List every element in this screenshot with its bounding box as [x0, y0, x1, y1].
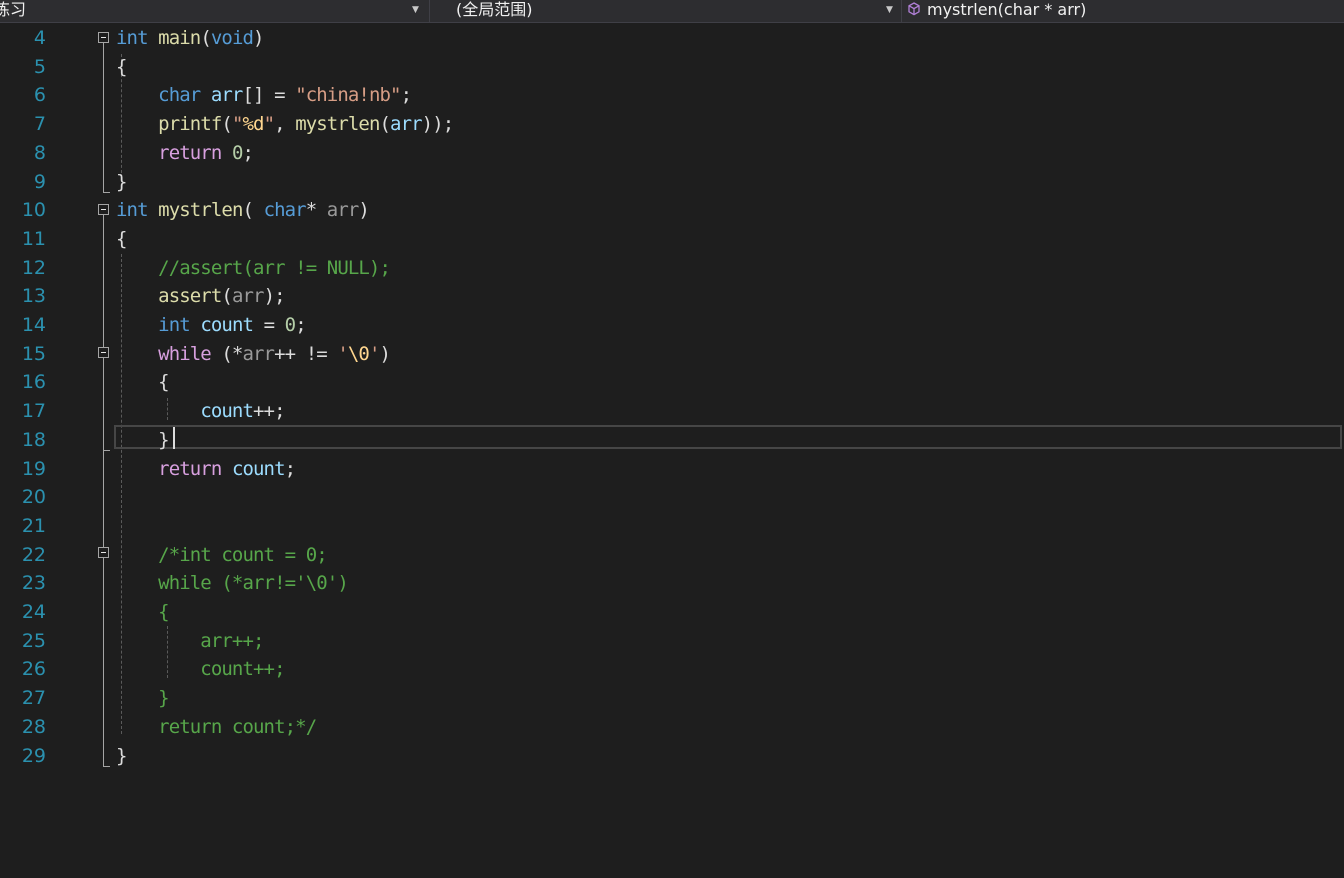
code-line[interactable]: } — [116, 687, 169, 709]
code-line[interactable]: printf("%d", mystrlen(arr)); — [116, 113, 454, 135]
line-number: 16 — [21, 371, 46, 393]
line-number: 20 — [21, 486, 46, 508]
chevron-down-icon: ▼ — [412, 5, 419, 15]
line-number: 9 — [33, 171, 46, 193]
line-number: 10 — [21, 199, 46, 221]
code-line[interactable]: { — [116, 228, 127, 250]
line-number: 18 — [21, 429, 46, 451]
line-number: 28 — [21, 716, 46, 738]
code-line[interactable]: //assert(arr != NULL); — [116, 257, 391, 279]
current-line-highlight — [114, 425, 1342, 449]
text-caret — [173, 427, 175, 449]
line-number: 12 — [21, 257, 46, 279]
line-number: 29 — [21, 745, 46, 767]
fold-end — [103, 766, 110, 767]
scope-dropdown-value: (全局范围) — [456, 0, 533, 19]
line-number: 25 — [21, 630, 46, 652]
member-dropdown[interactable]: mystrlen(char * arr) — [903, 0, 1344, 22]
code-line[interactable]: while (*arr!='\0') — [116, 572, 349, 594]
code-line[interactable]: return 0; — [116, 142, 254, 164]
code-line[interactable]: char arr[] = "china!nb"; — [116, 84, 412, 106]
cube-icon — [908, 2, 920, 16]
line-number: 24 — [21, 601, 46, 623]
code-line[interactable]: while (*arr++ != '\0') — [116, 343, 391, 365]
project-dropdown[interactable]: 练习 ▼ — [0, 0, 428, 22]
collapse-icon[interactable] — [98, 32, 109, 43]
code-line[interactable]: { — [116, 56, 127, 78]
scope-dropdown[interactable]: (全局范围) ▼ — [431, 0, 901, 22]
code-line[interactable]: int main(void) — [116, 27, 264, 49]
line-number: 14 — [21, 314, 46, 336]
code-line[interactable]: assert(arr); — [116, 285, 285, 307]
code-line[interactable]: } — [116, 745, 127, 767]
code-line[interactable]: int mystrlen( char* arr) — [116, 199, 370, 221]
fold-line — [103, 215, 104, 766]
line-number: 27 — [21, 687, 46, 709]
divider — [429, 0, 430, 22]
code-line[interactable]: return count;*/ — [116, 716, 317, 738]
line-number: 15 — [21, 343, 46, 365]
code-line[interactable]: } — [116, 429, 169, 451]
fold-end — [103, 192, 110, 193]
line-number: 4 — [33, 27, 46, 49]
line-number: 23 — [21, 572, 46, 594]
line-number: 21 — [21, 515, 46, 537]
code-line[interactable]: count++; — [116, 400, 285, 422]
line-number: 7 — [33, 113, 46, 135]
line-number: 22 — [21, 544, 46, 566]
navigation-bar: 练习 ▼ (全局范围) ▼ mystrlen(char * arr) — [0, 0, 1344, 23]
line-number: 17 — [21, 400, 46, 422]
fold-end — [103, 450, 110, 451]
line-number: 13 — [21, 285, 46, 307]
code-line[interactable]: } — [116, 171, 127, 193]
code-line[interactable]: { — [116, 371, 169, 393]
chevron-down-icon: ▼ — [886, 5, 893, 15]
line-number: 11 — [21, 228, 46, 250]
code-line[interactable]: arr++; — [116, 630, 264, 652]
line-number: 5 — [33, 56, 46, 78]
code-line[interactable]: { — [116, 601, 169, 623]
collapse-icon[interactable] — [98, 347, 109, 358]
divider — [901, 0, 902, 22]
code-line[interactable]: return count; — [116, 458, 296, 480]
fold-line — [103, 43, 104, 192]
member-dropdown-value: mystrlen(char * arr) — [927, 0, 1087, 19]
line-number: 6 — [33, 84, 46, 106]
project-dropdown-value: 练习 — [0, 0, 27, 19]
line-number: 8 — [33, 142, 46, 164]
collapse-icon[interactable] — [98, 204, 109, 215]
code-line[interactable]: count++; — [116, 658, 285, 680]
code-line[interactable]: /*int count = 0; — [116, 544, 328, 566]
collapse-icon[interactable] — [98, 547, 109, 558]
line-number: 26 — [21, 658, 46, 680]
code-line[interactable]: int count = 0; — [116, 314, 306, 336]
line-number: 19 — [21, 458, 46, 480]
